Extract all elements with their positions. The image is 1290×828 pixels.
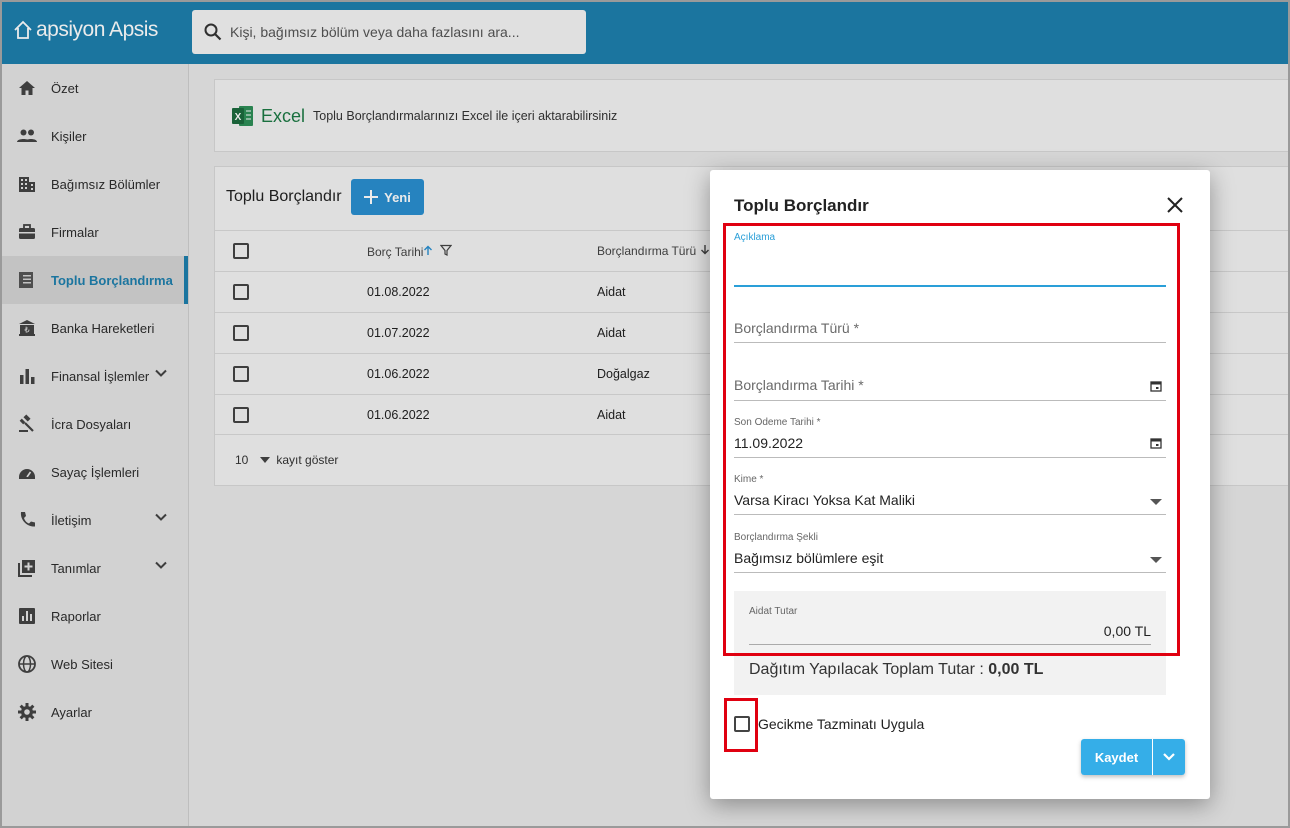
gecikme-tazminati-label: Gecikme Tazminatı Uygula	[758, 716, 925, 732]
close-icon[interactable]	[1164, 194, 1186, 216]
total-value: 0,00 TL	[988, 661, 1044, 678]
dialog-title: Toplu Borçlandır	[734, 196, 869, 215]
save-button-group: Kaydet	[1081, 739, 1185, 775]
gecikme-tazminati-option[interactable]: Gecikme Tazminatı Uygula	[734, 716, 924, 732]
total-amount-text: Dağıtım Yapılacak Toplam Tutar : 0,00 TL	[749, 661, 1043, 679]
highlight-form-fields	[723, 223, 1180, 656]
chevron-down-icon	[1163, 753, 1175, 761]
save-button[interactable]: Kaydet	[1081, 739, 1152, 775]
save-options-dropdown[interactable]	[1152, 739, 1185, 775]
total-label: Dağıtım Yapılacak Toplam Tutar :	[749, 661, 989, 678]
highlight-checkbox	[724, 698, 758, 752]
